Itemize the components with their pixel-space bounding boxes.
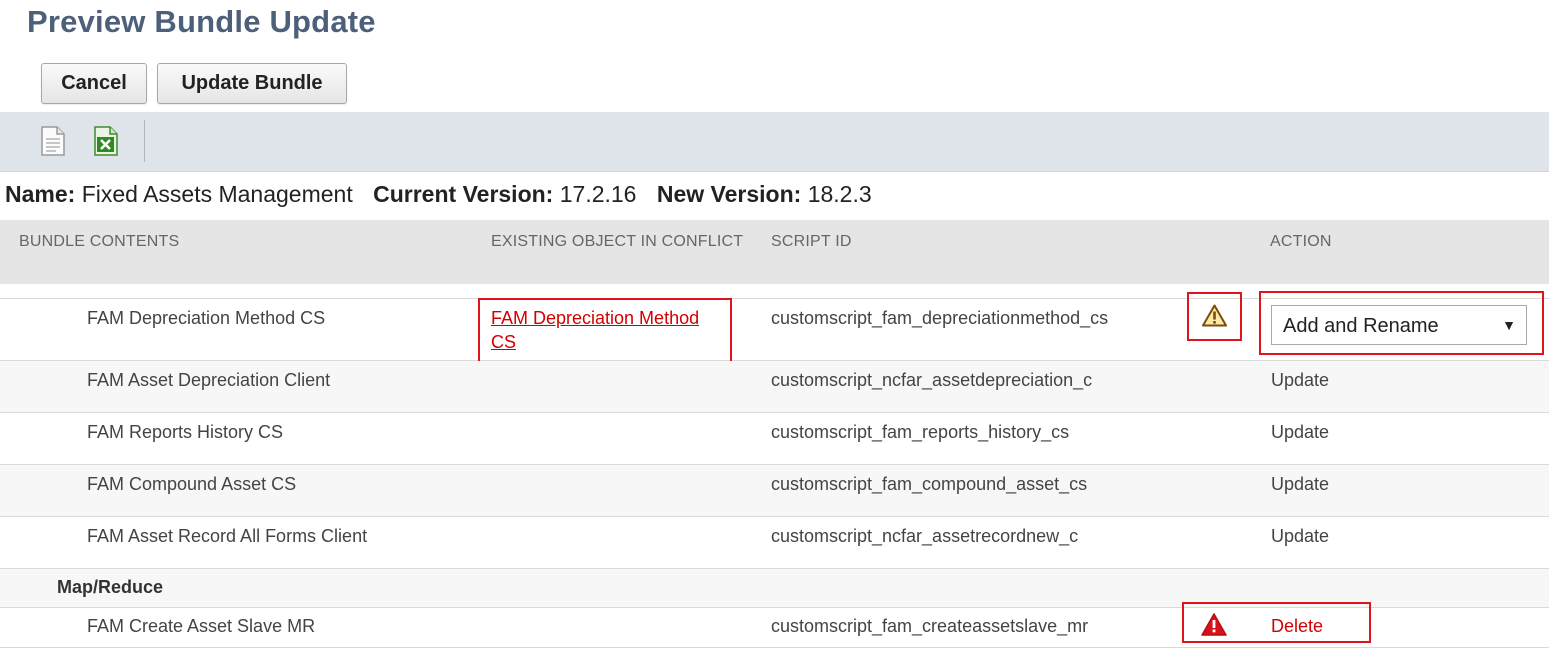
row-script-id: customscript_fam_reports_history_cs xyxy=(771,422,1070,442)
row-script-id: customscript_ncfar_assetrecordnew_c xyxy=(771,526,1079,546)
bundle-info: Name: Fixed Assets Management Current Ve… xyxy=(5,181,872,208)
toolbar-separator xyxy=(144,120,145,162)
row-action: Update xyxy=(1271,422,1330,442)
header-script-id: SCRIPT ID xyxy=(771,233,852,250)
bundle-name: Fixed Assets Management xyxy=(81,181,353,207)
action-select-value: Add and Rename xyxy=(1283,315,1439,337)
row-action: Update xyxy=(1271,526,1330,546)
row-name: FAM Asset Record All Forms Client xyxy=(87,526,368,546)
current-version-label: Current Version: xyxy=(373,181,554,207)
warning-icon xyxy=(1202,304,1227,332)
page-title: Preview Bundle Update xyxy=(27,4,376,39)
chevron-down-icon: ▼ xyxy=(1502,317,1516,333)
header-action: ACTION xyxy=(1270,233,1332,250)
action-select[interactable]: Add and Rename ▼ xyxy=(1271,305,1527,345)
row-name: FAM Asset Depreciation Client xyxy=(87,370,331,390)
conflict-highlight xyxy=(478,298,732,365)
group-label: Map/Reduce xyxy=(57,577,164,597)
table-header xyxy=(0,220,1549,284)
excel-export-icon[interactable] xyxy=(93,126,119,156)
new-version-label: New Version: xyxy=(656,181,802,207)
header-bundle-contents: BUNDLE CONTENTS xyxy=(19,233,180,250)
row-name: FAM Reports History CS xyxy=(87,422,284,442)
row-script-id: customscript_ncfar_assetdepreciation_c xyxy=(771,370,1093,390)
row-action: Update xyxy=(1271,474,1330,494)
document-icon[interactable] xyxy=(40,126,66,156)
row-script-id: customscript_fam_depreciationmethod_cs xyxy=(771,308,1109,328)
row-name: FAM Depreciation Method CS xyxy=(87,308,326,328)
cancel-button[interactable]: Cancel xyxy=(41,63,147,104)
row-name: FAM Compound Asset CS xyxy=(87,474,297,494)
error-icon xyxy=(1201,613,1227,641)
current-version: 17.2.16 xyxy=(559,181,637,207)
row-name: FAM Create Asset Slave MR xyxy=(87,616,316,636)
name-label: Name: xyxy=(5,181,76,207)
row-action: Update xyxy=(1271,370,1330,390)
header-existing-object: EXISTING OBJECT IN CONFLICT xyxy=(491,233,744,250)
row-script-id: customscript_fam_compound_asset_cs xyxy=(771,474,1088,494)
toolbar xyxy=(0,112,1549,172)
row-script-id: customscript_fam_createassetslave_mr xyxy=(771,616,1089,636)
update-bundle-button[interactable]: Update Bundle xyxy=(157,63,347,104)
row-action-delete: Delete xyxy=(1271,616,1324,636)
new-version: 18.2.3 xyxy=(807,181,872,207)
